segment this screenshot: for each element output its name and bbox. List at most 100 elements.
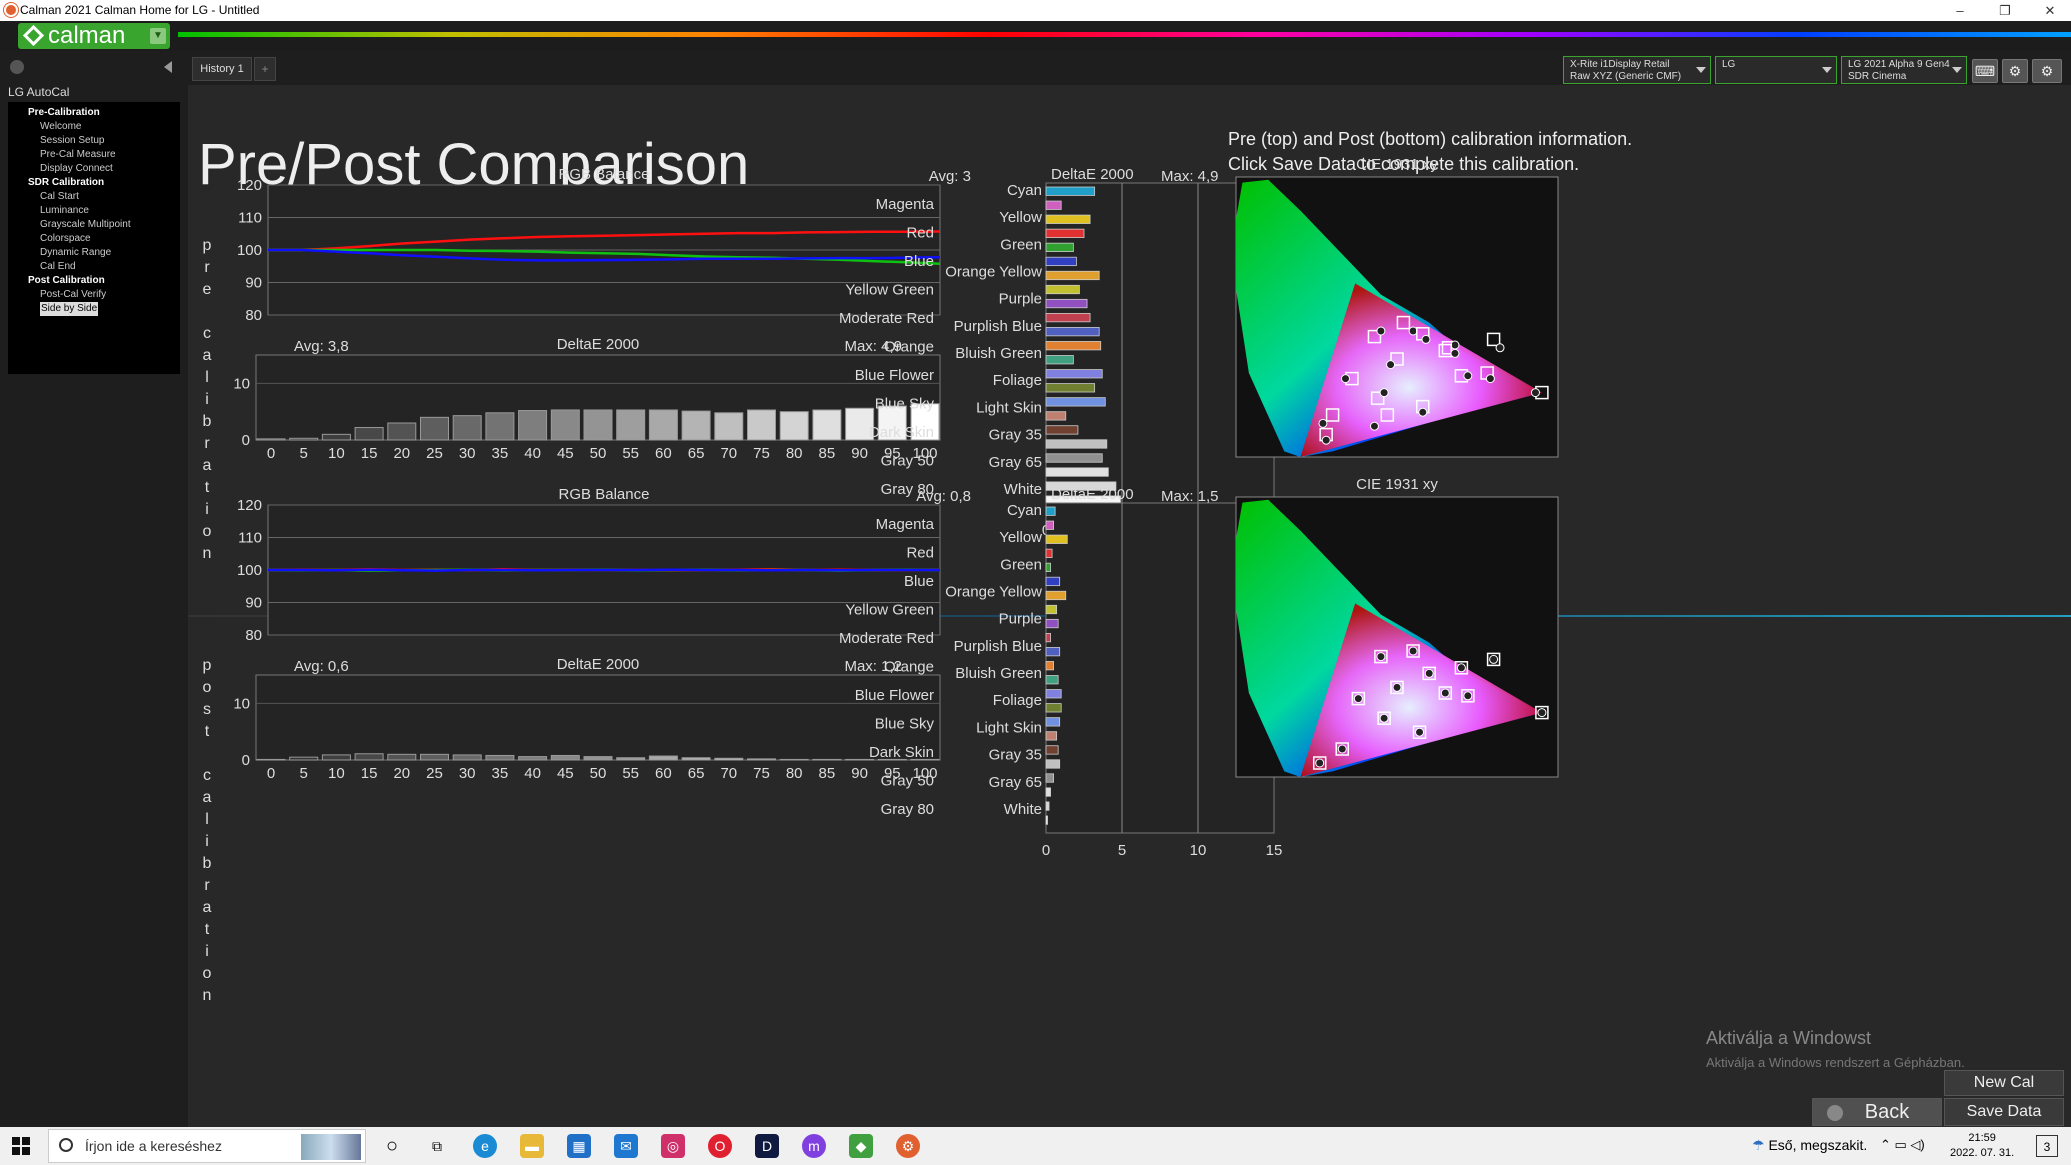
save-data-button[interactable]: Save Data xyxy=(1944,1098,2064,1126)
sidebar-item-welcome[interactable]: Welcome xyxy=(8,120,180,134)
color-deltae-bar xyxy=(1045,815,1048,825)
x-tick-label: 30 xyxy=(459,765,476,782)
sidebar-item-pre-cal-measure[interactable]: Pre-Cal Measure xyxy=(8,148,180,162)
color-deltae-bar xyxy=(1045,256,1077,267)
keyboard-icon[interactable]: ⌨ xyxy=(1972,59,1998,83)
sidebar-item-cal-start[interactable]: Cal Start xyxy=(8,190,180,204)
disney-plus-icon[interactable]: D xyxy=(755,1134,779,1158)
sidebar-item-post-cal-verify[interactable]: Post-Cal Verify xyxy=(8,288,180,302)
sidebar-item-cal-end[interactable]: Cal End xyxy=(8,260,180,274)
calman-home-taskbar-icon[interactable]: ⚙ xyxy=(896,1134,920,1158)
color-patch-label: Gray 65 xyxy=(989,454,1042,471)
color-deltae-bar xyxy=(1045,745,1059,755)
sidebar-item-colorspace[interactable]: Colorspace xyxy=(8,232,180,246)
weather-widget[interactable]: ☂ Eső, megszakit. xyxy=(1752,1137,1867,1154)
color-patch-label: Dark Skin xyxy=(869,424,934,441)
cie-measured-dot xyxy=(1440,688,1450,698)
edge-icon[interactable]: e xyxy=(473,1134,497,1158)
collapse-arrow-icon[interactable] xyxy=(164,61,172,73)
tab-history-1[interactable]: History 1 xyxy=(192,57,252,81)
mail-icon[interactable]: ✉ xyxy=(614,1134,638,1158)
x-tick-label: 20 xyxy=(393,765,410,782)
sidebar-item-luminance[interactable]: Luminance xyxy=(8,204,180,218)
sidebar-settings-icon[interactable] xyxy=(10,60,24,74)
chevron-down-icon xyxy=(1696,67,1706,73)
back-button[interactable]: Back xyxy=(1812,1098,1942,1126)
color-patch-label: Gray 35 xyxy=(989,427,1042,444)
color-patch-label: Blue Sky xyxy=(875,396,935,413)
sidebar-item-sdr-calibration[interactable]: SDR Calibration xyxy=(8,176,180,190)
x-tick-label: 15 xyxy=(361,765,378,782)
color-deltae-max: Max: 1,5 xyxy=(1161,488,1219,505)
meter-select[interactable]: X-Rite i1Display Retail Raw XYZ (Generic… xyxy=(1563,56,1711,84)
cie-measured-dot xyxy=(1340,374,1350,384)
instagram-icon[interactable]: ◎ xyxy=(661,1134,685,1158)
color-patch-label: Magenta xyxy=(876,196,935,213)
cie-measured-dot xyxy=(1537,708,1547,718)
activation-watermark-text: Aktiválja a Windows rendszert a Gépházba… xyxy=(1706,1055,1965,1070)
sidebar-item-grayscale-multipoint[interactable]: Grayscale Multipoint xyxy=(8,218,180,232)
color-patch-label: Purple xyxy=(999,291,1042,308)
notification-center-button[interactable]: 3 xyxy=(2036,1135,2058,1157)
maximize-button[interactable]: ❐ xyxy=(1985,0,2025,21)
cie-measured-dot xyxy=(1530,388,1540,398)
meter-name: X-Rite i1Display Retail xyxy=(1570,59,1670,70)
x-tick-label: 60 xyxy=(655,445,672,462)
y-tick-label: 80 xyxy=(245,627,262,644)
calman-logo[interactable]: calman ▼ xyxy=(18,23,170,49)
deltae-bar xyxy=(648,409,678,441)
x-tick-label: 65 xyxy=(688,445,705,462)
color-deltae-bar xyxy=(1045,383,1096,393)
meter-mode: Raw XYZ (Generic CMF) xyxy=(1570,71,1682,82)
sidebar-item-session-setup[interactable]: Session Setup xyxy=(8,134,180,148)
gear-icon[interactable]: ⚙ xyxy=(2002,59,2028,83)
y-tick-label: 0 xyxy=(242,432,250,449)
color-deltae-bar xyxy=(1045,214,1091,224)
display-select[interactable]: LG 2021 Alpha 9 Gen4 SDR Cinema xyxy=(1841,56,1967,84)
x-tick-label: 5 xyxy=(300,765,308,782)
cortana-icon[interactable]: ○ xyxy=(380,1134,404,1158)
sidebar-item-pre-calibration[interactable]: Pre-Calibration xyxy=(8,106,180,120)
tray-icons[interactable]: ⌃ ▭ ◁) xyxy=(1880,1137,1925,1153)
messenger-icon[interactable]: m xyxy=(802,1134,826,1158)
x-tick-label: 70 xyxy=(720,765,737,782)
source-select[interactable]: LG xyxy=(1715,56,1837,84)
color-deltae-max: Max: 4,9 xyxy=(1161,168,1219,185)
search-highlight-image xyxy=(301,1134,361,1160)
sidebar-item-display-connect[interactable]: Display Connect xyxy=(8,162,180,176)
new-cal-button[interactable]: New Cal xyxy=(1944,1070,2064,1096)
color-patch-label: Foliage xyxy=(993,692,1042,709)
chevron-down-icon xyxy=(1952,67,1962,73)
deltae-bar xyxy=(714,412,744,441)
sidebar-item-dynamic-range[interactable]: Dynamic Range xyxy=(8,246,180,260)
sidebar-item-post-calibration[interactable]: Post Calibration xyxy=(8,274,180,288)
color-patch-label: Orange xyxy=(884,659,934,676)
y-tick-label: 0 xyxy=(242,752,250,769)
taskbar-search-input[interactable]: Írjon ide a kereséshez xyxy=(48,1129,366,1163)
deltae-bar xyxy=(321,433,351,441)
color-deltae-bar xyxy=(1045,590,1067,601)
notification-count: 3 xyxy=(2043,1140,2051,1154)
deltae-bar xyxy=(779,411,809,441)
settings-gear-icon[interactable]: ⚙ xyxy=(2032,59,2062,83)
file-explorer-icon[interactable]: ▬ xyxy=(520,1134,544,1158)
windows-start-icon[interactable] xyxy=(12,1137,30,1155)
calman-taskbar-icon[interactable]: ◆ xyxy=(849,1134,873,1158)
minimize-button[interactable]: – xyxy=(1940,0,1980,21)
opera-icon[interactable]: O xyxy=(708,1134,732,1158)
add-history-button[interactable]: + xyxy=(254,57,276,81)
y-tick-label: 10 xyxy=(233,695,250,712)
deltae-bar xyxy=(812,409,842,441)
x-tick-label: 75 xyxy=(753,765,770,782)
task-view-icon[interactable]: ⧉ xyxy=(425,1134,449,1158)
sidebar-item-side-by-side[interactable]: Side by Side xyxy=(8,302,180,316)
chevron-down-icon[interactable]: ▼ xyxy=(150,28,166,44)
clock[interactable]: 21:59 2022. 07. 31. xyxy=(1950,1131,2014,1161)
cie-measured-dot xyxy=(1463,691,1473,701)
color-patch-label: Gray 65 xyxy=(989,774,1042,791)
close-button[interactable]: ✕ xyxy=(2030,0,2070,21)
sidebar-title: LG AutoCal xyxy=(8,85,70,99)
store-icon[interactable]: ▦ xyxy=(567,1134,591,1158)
cie-measured-dot xyxy=(1495,343,1505,353)
cie-measured-dot xyxy=(1379,713,1389,723)
